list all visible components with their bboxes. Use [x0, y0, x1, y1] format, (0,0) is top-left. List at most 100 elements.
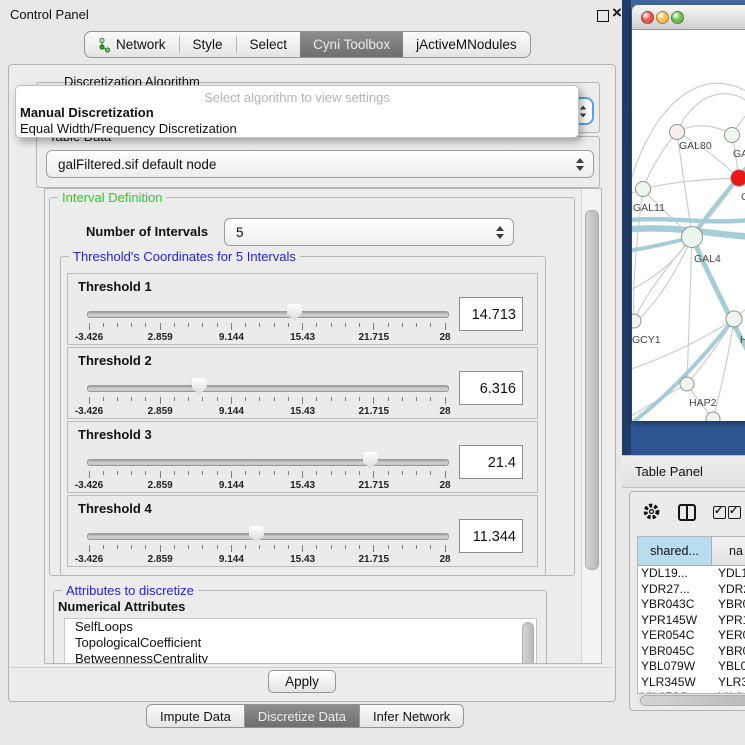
footer-separator [10, 667, 612, 668]
network-node-c[interactable] [731, 170, 745, 186]
right-region: GAL80GACGAL11GAL4GCY1HHAP2 Table Panel [622, 0, 745, 745]
table-cell-shared-name[interactable]: YBR045C [638, 644, 711, 660]
network-node[interactable] [706, 412, 720, 421]
table-cell-shared-name[interactable]: YBR043C [638, 597, 711, 613]
network-node-gal4[interactable] [682, 227, 703, 248]
table-row[interactable]: YPR145WYPR1 [638, 613, 745, 629]
threshold-value-field[interactable]: 21.4 [459, 445, 523, 479]
select-columns-icon[interactable] [728, 506, 741, 524]
table-data-combo-arrows-icon [575, 158, 584, 171]
table-row[interactable]: YBL079WYBL0 [638, 659, 745, 675]
network-edge[interactable] [643, 132, 677, 189]
table-header-name[interactable]: na [712, 537, 745, 565]
threshold-label: Threshold 1 [78, 279, 152, 294]
attribute-item-betweennesscentrality[interactable]: BetweennessCentrality [65, 651, 536, 664]
table-cell-shared-name[interactable]: YIL052C [638, 690, 711, 693]
network-node-gcy1[interactable] [632, 314, 641, 328]
apply-button[interactable]: Apply [268, 670, 336, 693]
table-cell-name[interactable]: YDL1 [711, 566, 745, 582]
table-row[interactable]: YBR045CYBR0 [638, 644, 745, 660]
number-of-intervals-spinner[interactable]: 5 [224, 218, 514, 246]
table-cell-shared-name[interactable]: YDR27... [638, 582, 711, 598]
attribute-item-topologicalcoefficient[interactable]: TopologicalCoefficient [65, 635, 536, 651]
tab-network[interactable]: Network [85, 32, 179, 57]
table-row[interactable]: YDL19...YDL1 [638, 566, 745, 582]
network-edge[interactable] [632, 419, 713, 421]
table-cell-shared-name[interactable]: YER054C [638, 628, 711, 644]
table-row[interactable]: YIL052CYIL0 [638, 690, 745, 693]
table-cell-name[interactable]: YBL0 [711, 659, 745, 675]
attributes-listbox[interactable]: SelfLoopsTopologicalCoefficientBetweenne… [64, 618, 537, 664]
tab-label: Style [193, 37, 223, 52]
network-edge[interactable] [677, 126, 732, 135]
threshold-slider-thumb[interactable] [363, 452, 378, 469]
network-node-h[interactable] [726, 311, 742, 327]
network-edge[interactable] [687, 237, 692, 384]
table-row[interactable]: YLR345WYLR3 [638, 675, 745, 691]
threshold-slider-track[interactable] [87, 533, 449, 540]
network-node-gal80[interactable] [670, 125, 685, 140]
table-cell-shared-name[interactable]: YBL079W [638, 659, 711, 675]
threshold-value-field[interactable]: 11.344 [459, 519, 523, 553]
table-cell-name[interactable]: YBR0 [711, 644, 745, 660]
threshold-value-field[interactable]: 14.713 [459, 297, 523, 331]
table-header-shared[interactable]: shared... [638, 537, 712, 565]
minimize-window-icon[interactable] [656, 11, 669, 24]
table-row[interactable]: YDR27...YDR2 [638, 582, 745, 598]
table-hscrollbar-track[interactable] [637, 694, 745, 705]
threshold-slider-track[interactable] [87, 459, 449, 466]
table-cell-name[interactable]: YIL0 [711, 690, 745, 693]
table-hscrollbar-thumb[interactable] [640, 695, 745, 706]
network-node-gal11[interactable] [636, 182, 651, 197]
tab-discretize-data[interactable]: Discretize Data [244, 705, 359, 727]
attribute-item-selfloops[interactable]: SelfLoops [65, 619, 536, 635]
table-cell-shared-name[interactable]: YPR145W [638, 613, 711, 629]
threshold-slider-thumb[interactable] [287, 304, 302, 321]
settings-vscrollbar-track[interactable] [581, 189, 601, 663]
network-edge-thick[interactable] [632, 219, 745, 221]
table-row[interactable]: YER054CYER0 [638, 628, 745, 644]
thresholds-group: Threshold's Coordinates for 5 Intervals … [60, 256, 546, 576]
table-rows: YDL19...YDL1YDR27...YDR2YBR043CYBR0YPR14… [638, 566, 745, 693]
threshold-value-field[interactable]: 6.316 [459, 371, 523, 405]
network-window-titlebar[interactable] [632, 5, 745, 30]
table-cell-name[interactable]: YPR1 [711, 613, 745, 629]
tab-cyni-toolbox[interactable]: Cyni Toolbox [300, 32, 403, 57]
tab-style[interactable]: Style [180, 32, 236, 57]
table-data-combobox[interactable]: galFiltered.sif default node [46, 150, 594, 178]
float-window-icon[interactable] [597, 10, 609, 22]
table-settings-gear-icon[interactable] [642, 502, 661, 526]
attributes-list-scrollbar[interactable] [522, 622, 534, 664]
tab-infer-network[interactable]: Infer Network [359, 705, 463, 727]
table-cell-name[interactable]: YLR3 [711, 675, 745, 691]
table-row[interactable]: YBR043CYBR0 [638, 597, 745, 613]
threshold-slider-track[interactable] [87, 311, 449, 318]
network-node-ga[interactable] [725, 128, 740, 143]
table-cell-name[interactable]: YDR2 [711, 582, 745, 598]
threshold-slider-thumb[interactable] [249, 526, 264, 543]
table-cell-shared-name[interactable]: YLR345W [638, 675, 711, 691]
dropdown-option-manual-discretization[interactable]: Manual Discretization [18, 105, 578, 121]
split-columns-icon[interactable] [678, 504, 696, 521]
close-panel-icon[interactable]: × [612, 3, 622, 23]
table-cell-shared-name[interactable]: YDL19... [638, 566, 711, 582]
select-all-columns-icon[interactable] [713, 506, 726, 524]
settings-vscrollbar-thumb[interactable] [585, 210, 599, 570]
threshold-label: Threshold 2 [78, 353, 152, 368]
network-edge[interactable] [643, 178, 739, 189]
table-cell-name[interactable]: YER0 [711, 628, 745, 644]
number-of-intervals-label: Number of Intervals [86, 224, 208, 239]
slider-tick-label: 9.144 [219, 480, 244, 491]
close-window-icon[interactable] [641, 11, 654, 24]
table-cell-name[interactable]: YBR0 [711, 597, 745, 613]
tab-impute-data[interactable]: Impute Data [147, 705, 244, 727]
network-canvas[interactable]: GAL80GACGAL11GAL4GCY1HHAP2 [632, 30, 745, 421]
threshold-slider-thumb[interactable] [192, 378, 207, 395]
dropdown-option-equal-width-frequency-discretization[interactable]: Equal Width/Frequency Discretization [18, 121, 578, 137]
thresholds-group-label: Threshold's Coordinates for 5 Intervals [69, 249, 300, 264]
threshold-slider-track[interactable] [87, 385, 449, 392]
network-node-hap2[interactable] [680, 377, 694, 391]
tab-jactivemnodules[interactable]: jActiveMNodules [403, 32, 530, 57]
zoom-window-icon[interactable] [671, 11, 684, 24]
tab-select[interactable]: Select [237, 32, 301, 57]
